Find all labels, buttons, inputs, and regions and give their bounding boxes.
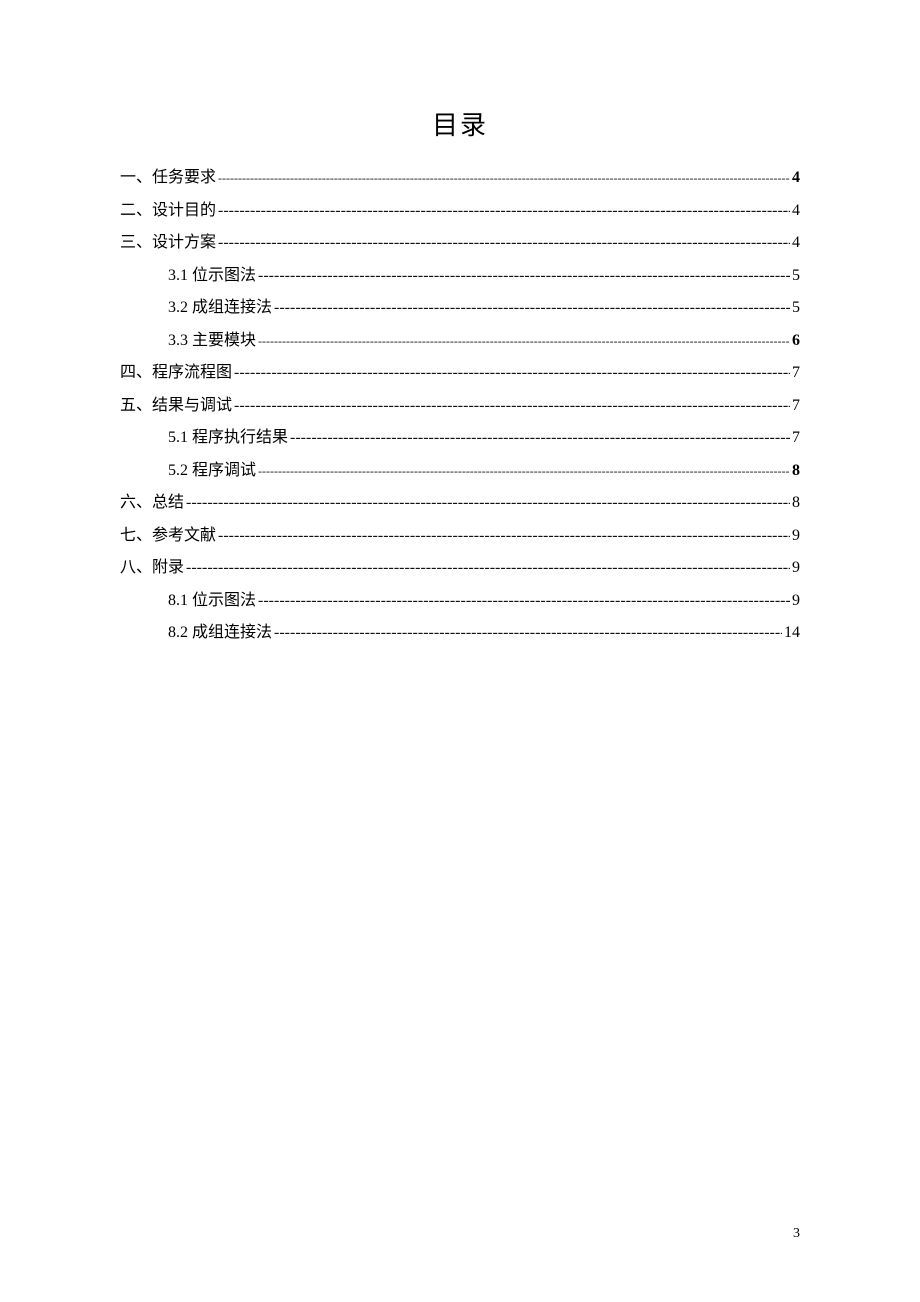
toc-entry-page: 9 xyxy=(792,560,800,576)
toc-entry-page: 8 xyxy=(792,463,800,479)
toc-entry-page: 8 xyxy=(792,495,800,511)
toc-entry: 一、任务要求 ---------------------------------… xyxy=(120,170,800,186)
toc-entry-page: 9 xyxy=(792,528,800,544)
toc-leader: ----------------------------------------… xyxy=(186,495,790,511)
toc-entry-label: 六、总结 xyxy=(120,495,184,511)
toc-leader: ----------------------------------------… xyxy=(274,625,782,641)
toc-leader: ----------------------------------------… xyxy=(258,335,790,347)
toc-entry-label: 四、程序流程图 xyxy=(120,365,232,381)
toc-entry-label: 5.1 程序执行结果 xyxy=(168,430,288,446)
toc-entry-label: 七、参考文献 xyxy=(120,528,216,544)
toc-entry-page: 7 xyxy=(792,430,800,446)
toc-leader: ----------------------------------------… xyxy=(274,300,790,316)
toc-entry-page: 4 xyxy=(792,235,800,251)
toc-entry-page: 5 xyxy=(792,268,800,284)
toc-entry: 3.3 主要模块 -------------------------------… xyxy=(120,333,800,349)
toc-leader: ----------------------------------------… xyxy=(258,465,790,477)
toc-entry: 5.2 程序调试 -------------------------------… xyxy=(120,463,800,479)
toc-leader: ----------------------------------------… xyxy=(218,203,790,219)
toc-entry: 八、附录 -----------------------------------… xyxy=(120,560,800,576)
toc-leader: ----------------------------------------… xyxy=(234,365,790,381)
toc-entry-page: 4 xyxy=(792,203,800,219)
toc-entry-label: 3.2 成组连接法 xyxy=(168,300,272,316)
document-page: 目录 一、任务要求 ------------------------------… xyxy=(0,0,920,641)
toc-entry-label: 8.1 位示图法 xyxy=(168,593,256,609)
toc-entry-label: 一、任务要求 xyxy=(120,170,216,186)
toc-title: 目录 xyxy=(120,105,800,142)
toc-entry: 3.1 位示图法 -------------------------------… xyxy=(120,268,800,284)
toc-entry: 四、程序流程图 --------------------------------… xyxy=(120,365,800,381)
toc-entry-page: 9 xyxy=(792,593,800,609)
toc-entry-label: 三、设计方案 xyxy=(120,235,216,251)
toc-entry: 5.1 程序执行结果 -----------------------------… xyxy=(120,430,800,446)
toc-leader: ----------------------------------------… xyxy=(290,430,790,446)
toc-list: 一、任务要求 ---------------------------------… xyxy=(120,170,800,641)
toc-entry-label: 5.2 程序调试 xyxy=(168,463,256,479)
toc-leader: ----------------------------------------… xyxy=(218,528,790,544)
toc-entry: 七、参考文献 ---------------------------------… xyxy=(120,528,800,544)
toc-leader: ----------------------------------------… xyxy=(234,398,790,414)
toc-entry-label: 3.3 主要模块 xyxy=(168,333,256,349)
page-number: 3 xyxy=(793,1226,800,1242)
toc-entry-page: 14 xyxy=(784,625,800,641)
toc-entry: 三、设计方案 ---------------------------------… xyxy=(120,235,800,251)
toc-entry: 8.1 位示图法 -------------------------------… xyxy=(120,593,800,609)
toc-entry: 二、设计目的 ---------------------------------… xyxy=(120,203,800,219)
toc-leader: ----------------------------------------… xyxy=(218,235,790,251)
toc-entry-label: 五、结果与调试 xyxy=(120,398,232,414)
toc-leader: ----------------------------------------… xyxy=(258,593,790,609)
toc-entry-page: 7 xyxy=(792,398,800,414)
toc-leader: ----------------------------------------… xyxy=(186,560,790,576)
toc-entry-label: 3.1 位示图法 xyxy=(168,268,256,284)
toc-entry: 六、总结 -----------------------------------… xyxy=(120,495,800,511)
toc-leader: ----------------------------------------… xyxy=(258,268,790,284)
toc-entry-page: 7 xyxy=(792,365,800,381)
toc-leader: ----------------------------------------… xyxy=(218,172,790,184)
toc-entry-label: 二、设计目的 xyxy=(120,203,216,219)
toc-entry-page: 6 xyxy=(792,333,800,349)
toc-entry: 3.2 成组连接法 ------------------------------… xyxy=(120,300,800,316)
toc-entry-label: 八、附录 xyxy=(120,560,184,576)
toc-entry-page: 4 xyxy=(792,170,800,186)
toc-entry: 8.2 成组连接法 ------------------------------… xyxy=(120,625,800,641)
toc-entry-page: 5 xyxy=(792,300,800,316)
toc-entry: 五、结果与调试 --------------------------------… xyxy=(120,398,800,414)
toc-entry-label: 8.2 成组连接法 xyxy=(168,625,272,641)
